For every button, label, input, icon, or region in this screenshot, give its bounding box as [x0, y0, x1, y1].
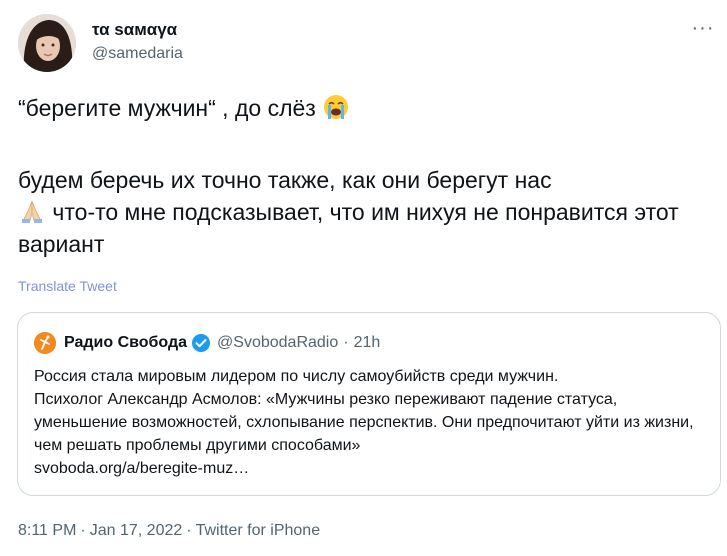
quoted-tweet-header: Радио Свобода @SvobodaRadio · 21h	[34, 331, 380, 355]
meta-separator-1: ·	[80, 522, 86, 539]
quoted-text-line-1: Россия стала мировым лидером по числу са…	[34, 368, 559, 385]
quoted-display-name[interactable]: Радио Свобода	[64, 334, 187, 352]
tweet-date[interactable]: Jan 17, 2022	[90, 522, 183, 539]
folded-hands-icon	[22, 200, 42, 223]
translate-tweet-link[interactable]: Translate Tweet	[18, 278, 117, 294]
tweet-line-1: “берегите мужчин“ , до слёз	[18, 95, 316, 121]
tweet-line-3: что-то мне подсказывает, что им нихуя не…	[18, 199, 679, 257]
quoted-separator: ·	[343, 334, 349, 351]
quoted-link[interactable]: svoboda.org/a/beregite-muz…	[34, 457, 706, 480]
tweet-text: “берегите мужчин“ , до слёз будем беречь…	[18, 92, 708, 260]
tweet-header: τα ѕαмαγα @samedaria ···	[18, 14, 718, 78]
verified-badge-icon	[192, 334, 211, 352]
tweet-source: Twitter for iPhone	[195, 522, 321, 539]
tweet-meta: 8:11 PM · Jan 17, 2022 · Twitter for iPhone	[18, 522, 320, 540]
display-name[interactable]: τα ѕαмαγα	[92, 20, 183, 40]
loudly-crying-face-icon	[324, 95, 349, 119]
avatar[interactable]	[18, 14, 76, 72]
radio-svoboda-logo-icon	[34, 332, 56, 354]
more-options-button[interactable]: ···	[688, 18, 718, 42]
quoted-tweet[interactable]: Радио Свобода @SvobodaRadio · 21h Россия…	[17, 312, 721, 496]
quoted-tweet-text: Россия стала мировым лидером по числу са…	[34, 365, 706, 480]
quoted-timestamp[interactable]: 21h	[354, 334, 381, 352]
avatar-image	[18, 14, 76, 72]
tweet-line-2: будем беречь их точно также, как они бер…	[18, 167, 552, 193]
quoted-text-line-2: Психолог Александр Асмолов: «Мужчины рез…	[34, 391, 694, 454]
quoted-user-handle[interactable]: @SvobodaRadio	[217, 334, 338, 352]
tweet-time[interactable]: 8:11 PM	[18, 522, 76, 539]
meta-separator-2: ·	[186, 522, 192, 539]
user-handle[interactable]: @samedaria	[92, 44, 183, 64]
